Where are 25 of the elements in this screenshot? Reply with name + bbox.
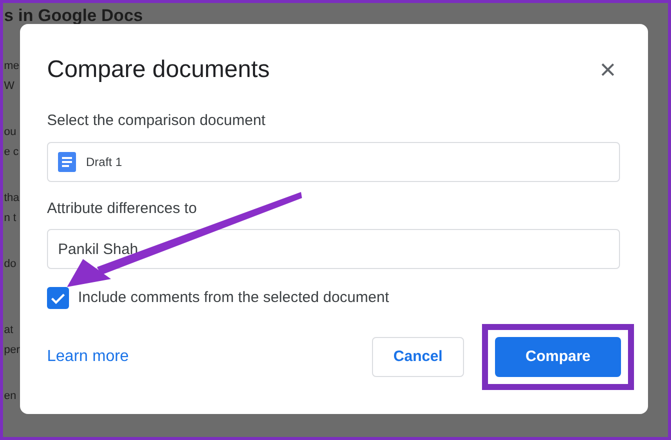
document-name: Draft 1 xyxy=(86,154,122,170)
field-label: Select the comparison document xyxy=(47,111,266,131)
document-text: en xyxy=(4,389,16,404)
document-icon xyxy=(58,152,76,172)
close-button[interactable]: × xyxy=(600,56,616,84)
document-text: me xyxy=(4,59,20,74)
document-text: tha xyxy=(4,191,20,206)
checkbox-label: Include comments from the selected document xyxy=(78,288,389,308)
cancel-button[interactable]: Cancel xyxy=(372,337,464,377)
document-text: n t xyxy=(4,211,16,226)
dialog-title: Compare documents xyxy=(47,55,270,85)
document-text: ou xyxy=(4,125,16,140)
checkbox[interactable] xyxy=(47,287,69,310)
document-heading: s in Google Docs xyxy=(4,6,144,26)
document-text: e c xyxy=(4,145,19,160)
learn-more-link[interactable]: Learn more xyxy=(47,345,129,369)
document-text: per xyxy=(4,343,20,358)
document-text: do xyxy=(4,257,16,272)
document-field[interactable]: Draft 1 xyxy=(47,142,620,182)
compare-button[interactable]: Compare xyxy=(495,337,621,377)
field-label: Attribute differences to xyxy=(47,198,198,218)
checkmark-icon xyxy=(51,292,65,304)
attribute-field[interactable]: Pankil Shah xyxy=(47,229,620,269)
document-text: W xyxy=(4,79,14,94)
document-text: at xyxy=(4,323,14,338)
